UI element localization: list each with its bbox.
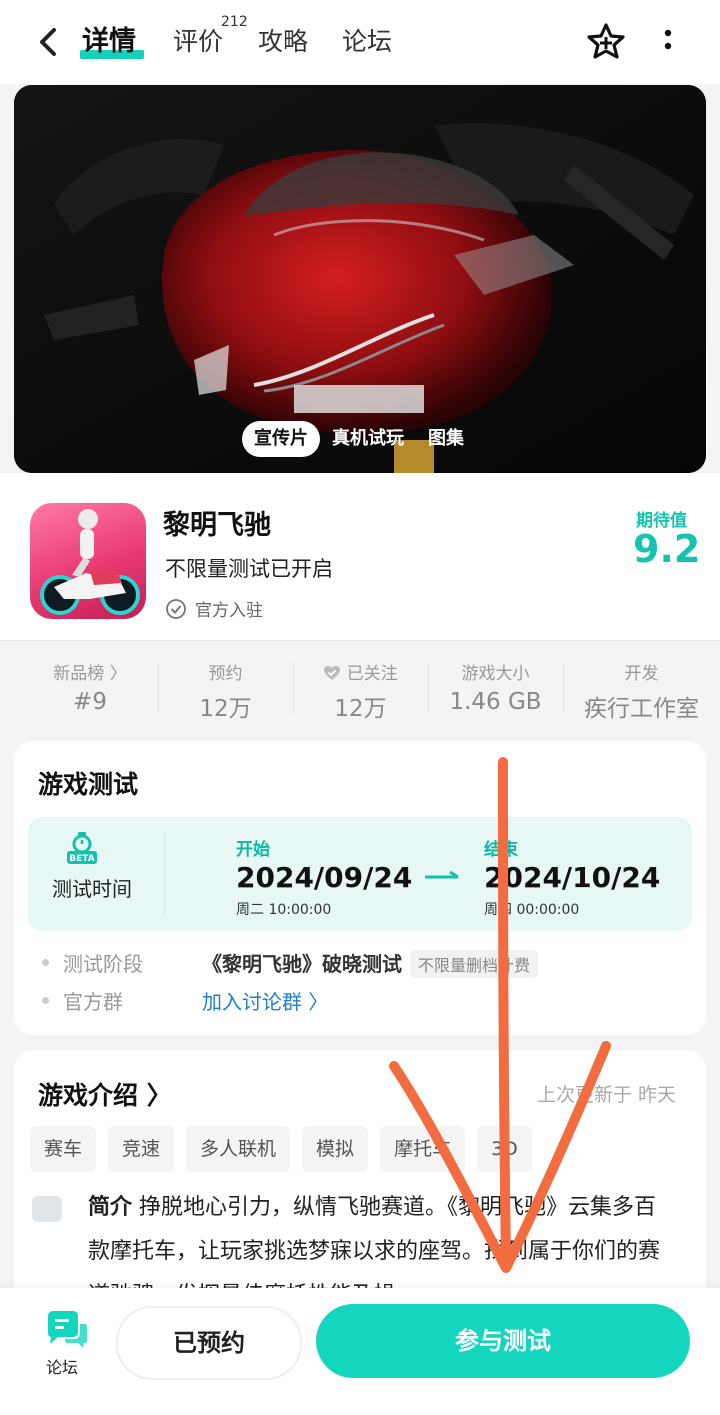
stat-value: 12万 [334, 696, 387, 722]
stats-row: 新品榜 〉 #9 预约 12万 已关注 12万 游戏大小 1.46 GB 开发 … [0, 640, 720, 729]
end-date: 2024/10/24 [484, 861, 661, 894]
bottom-action-bar: 论坛 已预约 参与测试 [0, 1288, 720, 1415]
test-box-divider [164, 831, 165, 917]
test-time-label: 测试时间 [52, 877, 132, 901]
heart-check-icon [324, 666, 341, 680]
app-icon-art [40, 509, 140, 615]
bullet-dot [42, 959, 49, 966]
expectation-value: 9.2 [633, 527, 701, 571]
hero-tab-gameplay[interactable]: 真机试玩 [320, 421, 416, 457]
tab-reviews[interactable]: 评价 [173, 22, 223, 62]
end-label: 结束 [484, 840, 518, 860]
start-label: 开始 [236, 840, 270, 860]
start-date: 2024/09/24 [236, 861, 413, 894]
official-badge[interactable]: 官方入驻 [165, 596, 263, 621]
official-group-label: 官方群 [63, 990, 123, 1014]
motorcycle-hero-image [14, 85, 706, 473]
stat-label: 开发 [624, 664, 659, 684]
test-stage-label: 测试阶段 [63, 952, 143, 976]
stat-label: 预约 [208, 664, 243, 684]
stat-label: 新品榜 〉 [53, 664, 127, 684]
official-group-row: 官方群 [42, 986, 123, 1015]
tag-item[interactable]: 多人联机 [186, 1126, 291, 1172]
tab-forum[interactable]: 论坛 [342, 22, 392, 62]
app-info-section: 黎明飞驰 不限量测试已开启 官方入驻 期待值 9.2 [0, 473, 720, 640]
official-label: 官方入驻 [195, 601, 263, 621]
test-stage-badge: 不限量删档计费 [410, 950, 539, 978]
stat-label: 已关注 [293, 659, 428, 684]
stat-size: 游戏大小 1.46 GB [428, 641, 563, 729]
hero-tab-gallery[interactable]: 图集 [416, 421, 476, 457]
stat-reservations: 预约 12万 [158, 641, 293, 729]
stat-label-text: 已关注 [346, 664, 398, 684]
stat-followed: 已关注 12万 [293, 641, 428, 729]
tag-item[interactable]: 3D [477, 1126, 532, 1172]
forum-label[interactable]: 论坛 [46, 1354, 78, 1378]
test-time-box: BETA 测试时间 开始 2024/09/24 周二 10:00:00 结束 2… [28, 817, 692, 931]
app-name: 黎明飞驰 [163, 510, 271, 541]
test-stage-value: 《黎明飞驰》破晓测试 不限量删档计费 [202, 948, 539, 978]
hero-tabs: 宣传片 真机试玩 图集 [242, 421, 476, 457]
join-test-button[interactable]: 参与测试 [316, 1304, 690, 1378]
reserved-button[interactable]: 已预约 [116, 1306, 302, 1380]
test-stage-row: 测试阶段 [42, 948, 143, 977]
stat-value: 疾行工作室 [584, 696, 699, 722]
game-intro-title[interactable]: 游戏介绍 〉 [38, 1076, 172, 1112]
game-intro-card: 游戏介绍 〉 上次更新于 昨天 赛车 竞速 多人联机 模拟 摩托车 3D 简介 … [14, 1050, 706, 1310]
tag-item[interactable]: 模拟 [302, 1126, 369, 1172]
hero-tab-trailer[interactable]: 宣传片 [242, 421, 320, 457]
stat-value: 1.46 GB [449, 689, 542, 715]
end-time: 周四 00:00:00 [484, 902, 580, 918]
intro-bold-label: 简介 [88, 1195, 133, 1220]
stat-value: #9 [73, 689, 107, 715]
favorite-star-icon[interactable] [584, 20, 628, 64]
tab-guides[interactable]: 攻略 [258, 22, 308, 62]
game-test-card: 游戏测试 BETA 测试时间 开始 2024/09/24 周二 10:00:00… [14, 741, 706, 1035]
bullet-dot [42, 997, 49, 1004]
back-arrow-icon[interactable] [34, 24, 64, 60]
tag-item[interactable]: 竞速 [108, 1126, 175, 1172]
stat-label: 游戏大小 [461, 664, 530, 684]
tag-item[interactable]: 赛车 [30, 1126, 97, 1172]
stat-value: 12万 [199, 696, 252, 722]
beta-timer-icon: BETA [67, 832, 97, 864]
start-time: 周二 10:00:00 [236, 902, 332, 918]
game-test-title: 游戏测试 [38, 770, 139, 799]
date-range-arrow-icon [425, 871, 459, 879]
tab-details[interactable]: 详情 [82, 22, 136, 62]
hero-media[interactable]: 宣传片 真机试玩 图集 [14, 85, 706, 473]
intro-doc-icon [32, 1196, 62, 1222]
last-updated: 上次更新于 昨天 [536, 1084, 676, 1106]
test-stage-text: 《黎明飞驰》破晓测试 [202, 952, 402, 976]
stat-new-ranking[interactable]: 新品榜 〉 #9 [22, 641, 158, 729]
join-group-link[interactable]: 加入讨论群 〉 [202, 986, 328, 1015]
more-options-icon[interactable] [660, 28, 676, 56]
beta-text: BETA [69, 854, 94, 864]
verified-check-icon [166, 598, 186, 619]
stat-developer[interactable]: 开发 疾行工作室 [563, 641, 720, 729]
top-bar: 详情 评价 212 攻略 论坛 [0, 0, 720, 84]
forum-chat-icon[interactable] [40, 1310, 90, 1354]
app-subtitle: 不限量测试已开启 [165, 557, 333, 581]
tag-item[interactable]: 摩托车 [380, 1126, 466, 1172]
review-count-badge: 212 [221, 14, 248, 30]
tag-list: 赛车 竞速 多人联机 模拟 摩托车 3D [30, 1126, 532, 1172]
app-icon[interactable] [30, 503, 146, 619]
